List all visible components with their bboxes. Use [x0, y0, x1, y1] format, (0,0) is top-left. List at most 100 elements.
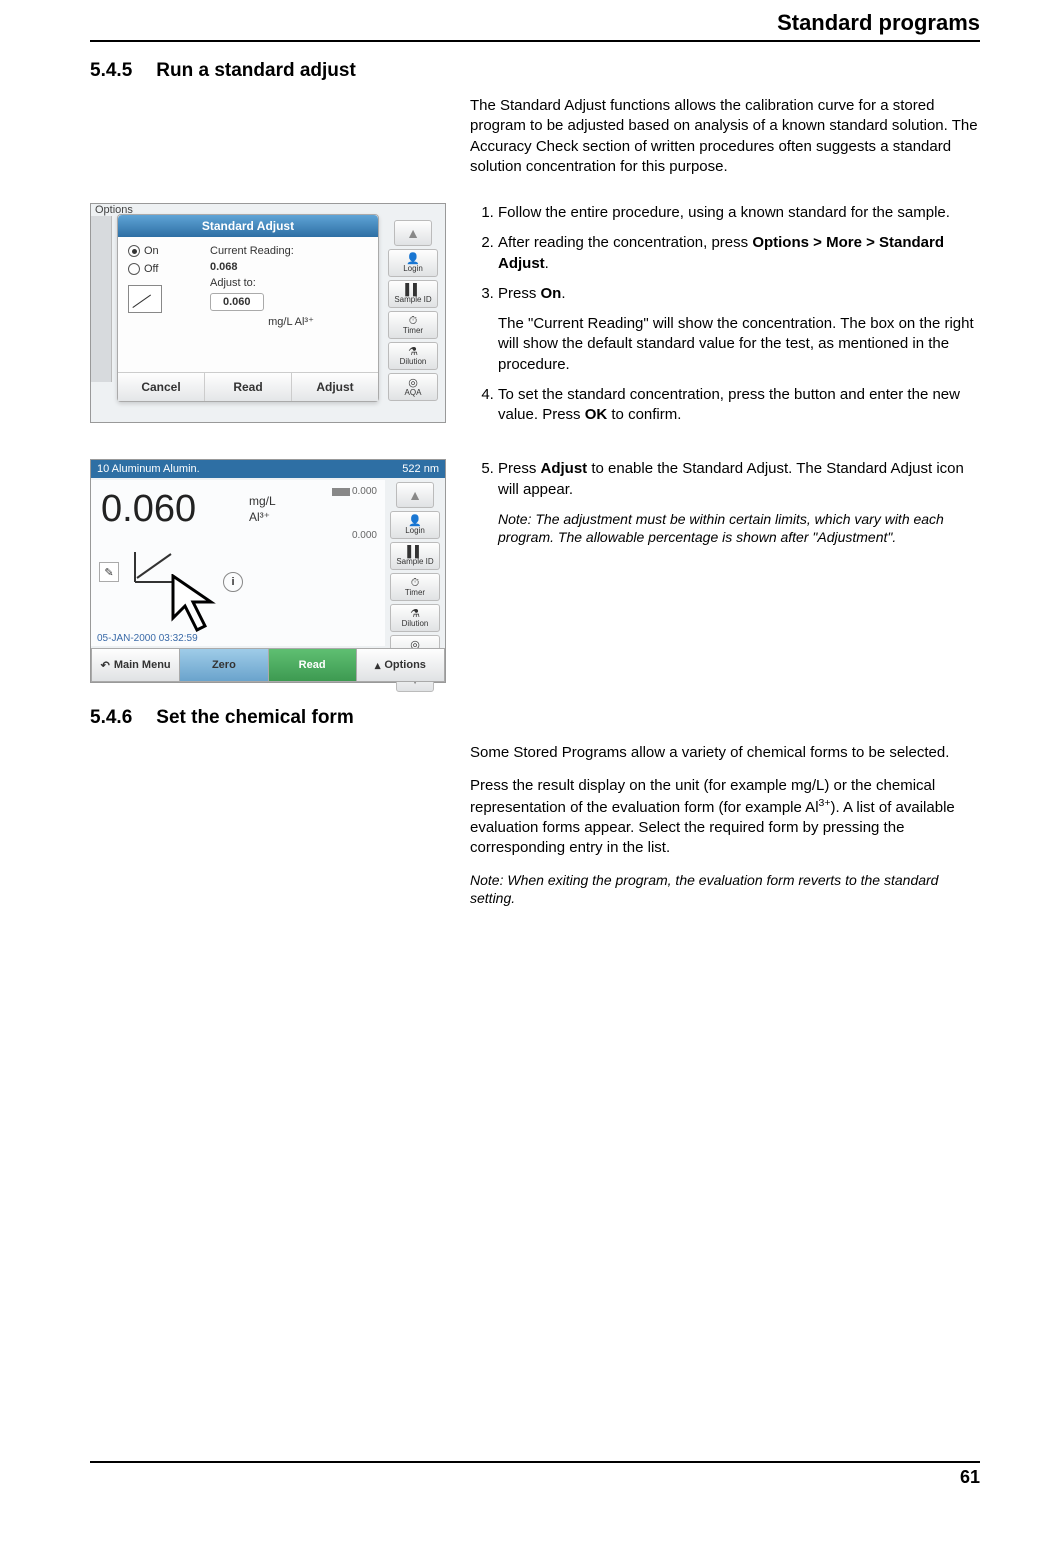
main-menu-button[interactable]: ↶ Main Menu	[91, 648, 179, 682]
step-5-note: Note: The adjustment must be within cert…	[498, 510, 980, 546]
read-button[interactable]: Read	[268, 648, 356, 682]
screenshot-result-screen: 10 Aluminum Alumin. 522 nm 0.060 mg/L Al…	[90, 459, 446, 683]
read-button[interactable]: Read	[205, 373, 292, 401]
step-3: Press On. The "Current Reading" will sho…	[498, 284, 980, 375]
unit-form: Al³⁺	[249, 510, 276, 526]
dialog-title: Standard Adjust	[118, 215, 378, 237]
timer-icon: ⏱	[409, 316, 418, 327]
login-button[interactable]: 👤Login	[388, 249, 438, 277]
adjust-to-label: Adjust to:	[210, 277, 372, 289]
step-2: After reading the concentration, press O…	[498, 233, 980, 274]
cursor-arrow-icon	[171, 574, 231, 641]
dilution-button[interactable]: ⚗Dilution	[388, 342, 438, 370]
p2-sup: 3+	[819, 797, 831, 809]
options-label: Options	[384, 659, 426, 671]
section-number: 5.4.6	[90, 707, 132, 729]
main-menu-label: Main Menu	[114, 659, 171, 671]
radio-off-dot	[128, 263, 140, 275]
section-545-heading: 5.4.5 Run a standard adjust	[90, 60, 980, 82]
zero-button[interactable]: Zero	[179, 648, 267, 682]
step-1-text: Follow the entire procedure, using a kno…	[498, 204, 950, 221]
bar-icon	[332, 488, 350, 496]
scroll-up-icon[interactable]: ▲	[394, 220, 432, 246]
radio-on[interactable]: On	[128, 245, 159, 257]
sampleid-button[interactable]: ▌▌Sample ID	[388, 280, 438, 308]
page-footer: 61	[90, 1454, 980, 1489]
section-546-p1: Some Stored Programs allow a variety of …	[470, 743, 980, 763]
sampleid-label: Sample ID	[394, 296, 431, 304]
dilution-label: Dilution	[402, 620, 429, 628]
radio-on-dot	[128, 245, 140, 257]
back-icon: ↶	[101, 659, 110, 672]
current-reading-value: 0.068	[210, 261, 372, 273]
footer-rule	[90, 1461, 980, 1463]
section-title: Set the chemical form	[156, 707, 353, 729]
timer-label: Timer	[405, 589, 425, 597]
upper-indicator: 0.000	[332, 486, 377, 497]
timer-button[interactable]: ⏱Timer	[390, 573, 440, 601]
adjust-value-button[interactable]: 0.060	[210, 293, 264, 311]
section-number: 5.4.5	[90, 60, 132, 82]
radio-on-label: On	[144, 245, 159, 257]
wavelength: 522 nm	[402, 463, 439, 475]
radio-off-label: Off	[144, 263, 158, 275]
radio-off[interactable]: Off	[128, 263, 158, 275]
section-546-heading: 5.4.6 Set the chemical form	[90, 707, 980, 729]
result-unit[interactable]: mg/L Al³⁺	[249, 494, 276, 525]
section-title: Run a standard adjust	[156, 60, 356, 82]
aqa-label: AQA	[405, 389, 422, 397]
step-3-after: The "Current Reading" will show the conc…	[498, 314, 980, 375]
person-icon: 👤	[406, 254, 420, 265]
step-4-text-c: to confirm.	[607, 406, 681, 423]
timer-button[interactable]: ⏱Timer	[388, 311, 438, 339]
info-icon[interactable]: i	[223, 572, 243, 592]
upper-val: 0.000	[352, 486, 377, 497]
login-label: Login	[405, 527, 425, 535]
step-3-text-a: Press	[498, 285, 541, 302]
scroll-up-icon[interactable]: ▲	[396, 482, 434, 508]
curve-icon	[128, 285, 162, 313]
timer-label: Timer	[403, 327, 423, 335]
unit-mgl: mg/L	[249, 494, 276, 510]
section-545-intro: The Standard Adjust functions allows the…	[470, 96, 980, 177]
lower-indicator: 0.000	[352, 530, 377, 541]
page-number: 61	[90, 1467, 980, 1488]
options-button[interactable]: ▴Options	[356, 648, 445, 682]
step-4-text-a: To set the standard concentration, press…	[498, 386, 960, 423]
current-reading-label: Current Reading:	[210, 245, 372, 257]
chevron-up-icon: ▴	[375, 659, 381, 672]
aqa-button[interactable]: ◎AQA	[388, 373, 438, 401]
cancel-button[interactable]: Cancel	[118, 373, 205, 401]
result-value[interactable]: 0.060	[101, 488, 196, 531]
login-label: Login	[403, 265, 423, 273]
program-name: 10 Aluminum Alumin.	[97, 463, 200, 475]
screenshot-standard-adjust-dialog: Options Standard Adjust On Off	[90, 203, 446, 423]
unit-label: mg/L Al³⁺	[210, 315, 372, 328]
login-button[interactable]: 👤Login	[390, 511, 440, 539]
timestamp: 05-JAN-2000 03:32:59	[97, 633, 198, 644]
step-1: Follow the entire procedure, using a kno…	[498, 203, 980, 223]
sampleid-label: Sample ID	[396, 558, 433, 566]
step-3-text-c: .	[561, 285, 565, 302]
section-546-note: Note: When exiting the program, the eval…	[470, 871, 980, 907]
step-5-bold: Adjust	[541, 460, 588, 477]
header-rule	[90, 40, 980, 42]
target-icon: ◎	[408, 378, 418, 389]
step-4: To set the standard concentration, press…	[498, 385, 980, 426]
step-3-bold: On	[541, 285, 562, 302]
step-4-bold: OK	[585, 406, 608, 423]
step-5: Press Adjust to enable the Standard Adju…	[498, 459, 980, 500]
edit-icon[interactable]: ✎	[99, 562, 119, 582]
barcode-icon: ▌▌	[405, 285, 421, 296]
section-546-p2: Press the result display on the unit (fo…	[470, 776, 980, 859]
dialog: Standard Adjust On Off	[117, 214, 379, 402]
dilution-button[interactable]: ⚗Dilution	[390, 604, 440, 632]
left-strip	[91, 216, 112, 382]
step-2-text-a: After reading the concentration, press	[498, 234, 752, 251]
step-5-text-a: Press	[498, 460, 541, 477]
adjust-button[interactable]: Adjust	[292, 373, 378, 401]
step-2-text-c: .	[545, 255, 549, 272]
chapter-header: Standard programs	[90, 10, 980, 36]
sampleid-button[interactable]: ▌▌Sample ID	[390, 542, 440, 570]
flask-icon: ⚗	[408, 347, 418, 358]
